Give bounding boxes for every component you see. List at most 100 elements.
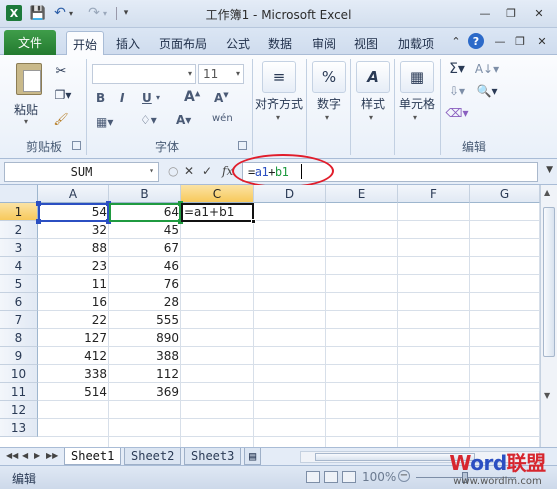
row-header-12[interactable]: 12 — [0, 401, 38, 419]
row-header-6[interactable]: 6 — [0, 293, 38, 311]
autosum-icon[interactable]: Σ▾ — [446, 61, 468, 77]
cell-b11[interactable]: 369 — [109, 383, 181, 401]
vertical-scrollbar[interactable]: ▲ ▼ — [540, 185, 557, 447]
phonetic-icon[interactable]: wén — [212, 113, 233, 124]
copy-icon[interactable]: ❐▾ — [52, 87, 74, 103]
alignment-button[interactable]: ≡ — [262, 61, 296, 93]
number-dropdown-icon[interactable]: ▾ — [325, 113, 329, 122]
clipboard-launcher-icon[interactable] — [72, 141, 81, 150]
paste-dropdown-icon[interactable]: ▾ — [24, 117, 28, 126]
prev-sheet-icon[interactable]: ◀ — [22, 451, 28, 460]
cell-a9[interactable]: 412 — [38, 347, 109, 365]
column-header-g[interactable]: G — [470, 185, 540, 203]
row-header-3[interactable]: 3 — [0, 239, 38, 257]
cut-icon[interactable]: ✂ — [52, 63, 70, 79]
page-layout-view-icon[interactable] — [324, 471, 338, 483]
scroll-down-icon[interactable]: ▼ — [544, 391, 550, 400]
sheet-tab-3[interactable]: Sheet3 — [184, 448, 242, 465]
cells-button[interactable]: ▦ — [400, 61, 434, 93]
zoom-out-icon[interactable]: − — [398, 470, 410, 482]
increase-font-icon[interactable]: A▲ — [184, 89, 200, 105]
cell-a4[interactable]: 23 — [38, 257, 109, 275]
normal-view-icon[interactable] — [306, 471, 320, 483]
doc-minimize-icon[interactable]: — — [492, 33, 508, 49]
border-icon[interactable]: ▦▾ — [96, 115, 113, 129]
zoom-level[interactable]: 100% — [362, 470, 396, 484]
row-header-1[interactable]: 1 — [0, 203, 38, 221]
font-launcher-icon[interactable] — [238, 141, 247, 150]
select-all-corner[interactable] — [0, 185, 38, 203]
expand-formula-bar-icon[interactable]: ▼ — [546, 165, 553, 175]
paste-button[interactable] — [12, 60, 46, 98]
tab-data[interactable]: 数据 — [262, 31, 298, 55]
format-painter-icon[interactable]: 🖌 — [52, 111, 70, 127]
row-header-8[interactable]: 8 — [0, 329, 38, 347]
last-sheet-icon[interactable]: ▶▶ — [46, 451, 58, 460]
reference-handle[interactable] — [36, 201, 41, 206]
cell-b10[interactable]: 112 — [109, 365, 181, 383]
cell-b9[interactable]: 388 — [109, 347, 181, 365]
active-cell-c1[interactable]: =a1+b1 — [181, 203, 254, 222]
next-sheet-icon[interactable]: ▶ — [34, 451, 40, 460]
clear-icon[interactable]: ⌫▾ — [446, 105, 469, 121]
cell-a8[interactable]: 127 — [38, 329, 109, 347]
tab-home[interactable]: 开始 — [66, 31, 104, 56]
minimize-icon[interactable]: — — [476, 5, 494, 21]
row-header-13[interactable]: 13 — [0, 419, 38, 437]
cell-b6[interactable]: 28 — [109, 293, 181, 311]
sort-filter-icon[interactable]: A↓▾ — [474, 61, 500, 77]
reference-handle[interactable] — [36, 219, 41, 224]
enter-icon[interactable]: ✓ — [202, 164, 212, 178]
cell-a3[interactable]: 88 — [38, 239, 109, 257]
styles-dropdown-icon[interactable]: ▾ — [369, 113, 373, 122]
cell-b7[interactable]: 555 — [109, 311, 181, 329]
row-header-7[interactable]: 7 — [0, 311, 38, 329]
name-box[interactable]: SUM ▾ — [4, 162, 159, 182]
underline-icon[interactable]: U — [142, 91, 152, 105]
column-header-f[interactable]: F — [398, 185, 470, 203]
close-icon[interactable]: ✕ — [530, 5, 548, 21]
styles-button[interactable]: A — [356, 61, 390, 93]
vertical-scroll-thumb[interactable] — [543, 207, 555, 357]
doc-restore-icon[interactable]: ❐ — [512, 33, 528, 49]
cell-b8[interactable]: 890 — [109, 329, 181, 347]
row-header-11[interactable]: 11 — [0, 383, 38, 401]
column-header-c[interactable]: C — [181, 185, 254, 203]
fill-color-icon[interactable]: ♢▾ — [140, 113, 157, 127]
sheet-tab-1[interactable]: Sheet1 — [64, 448, 122, 465]
alignment-dropdown-icon[interactable]: ▾ — [276, 113, 280, 122]
help-icon[interactable]: ? — [468, 33, 484, 49]
cell-b2[interactable]: 45 — [109, 221, 181, 239]
cell-a11[interactable]: 514 — [38, 383, 109, 401]
tab-view[interactable]: 视图 — [348, 31, 384, 55]
underline-dropdown-icon[interactable]: ▾ — [156, 93, 160, 102]
tab-formulas[interactable]: 公式 — [222, 31, 254, 55]
cells-dropdown-icon[interactable]: ▾ — [413, 113, 417, 122]
page-break-view-icon[interactable] — [342, 471, 356, 483]
column-header-e[interactable]: E — [326, 185, 398, 203]
row-header-4[interactable]: 4 — [0, 257, 38, 275]
decrease-font-icon[interactable]: A▼ — [214, 91, 229, 105]
cell-b4[interactable]: 46 — [109, 257, 181, 275]
tab-insert[interactable]: 插入 — [110, 31, 146, 55]
tab-page-layout[interactable]: 页面布局 — [152, 31, 214, 55]
italic-icon[interactable]: I — [120, 91, 124, 105]
cell-b3[interactable]: 67 — [109, 239, 181, 257]
font-size-select[interactable]: 11 ▾ — [198, 64, 244, 84]
fill-handle[interactable] — [251, 219, 256, 224]
cell-a5[interactable]: 11 — [38, 275, 109, 293]
cell-b5[interactable]: 76 — [109, 275, 181, 293]
formula-bar-splitter-icon[interactable]: ○ — [168, 164, 178, 178]
first-sheet-icon[interactable]: ◀◀ — [6, 451, 18, 460]
tab-addins[interactable]: 加载项 — [392, 31, 440, 55]
bold-icon[interactable]: B — [96, 91, 105, 105]
worksheet-grid[interactable]: ABCDEFG 1 2 3 4 5 6 7 8 9 10 11 12 13 54 32 88 23 11 16 22… — [0, 185, 557, 447]
cancel-icon[interactable]: ✕ — [184, 164, 194, 178]
insert-sheet-icon[interactable]: ▤ — [244, 448, 262, 465]
number-format-button[interactable]: % — [312, 61, 346, 93]
font-name-select[interactable]: ▾ — [92, 64, 196, 84]
cell-a10[interactable]: 338 — [38, 365, 109, 383]
scroll-up-icon[interactable]: ▲ — [544, 188, 550, 197]
sheet-tab-2[interactable]: Sheet2 — [124, 448, 182, 465]
find-select-icon[interactable]: 🔍▾ — [474, 83, 500, 99]
